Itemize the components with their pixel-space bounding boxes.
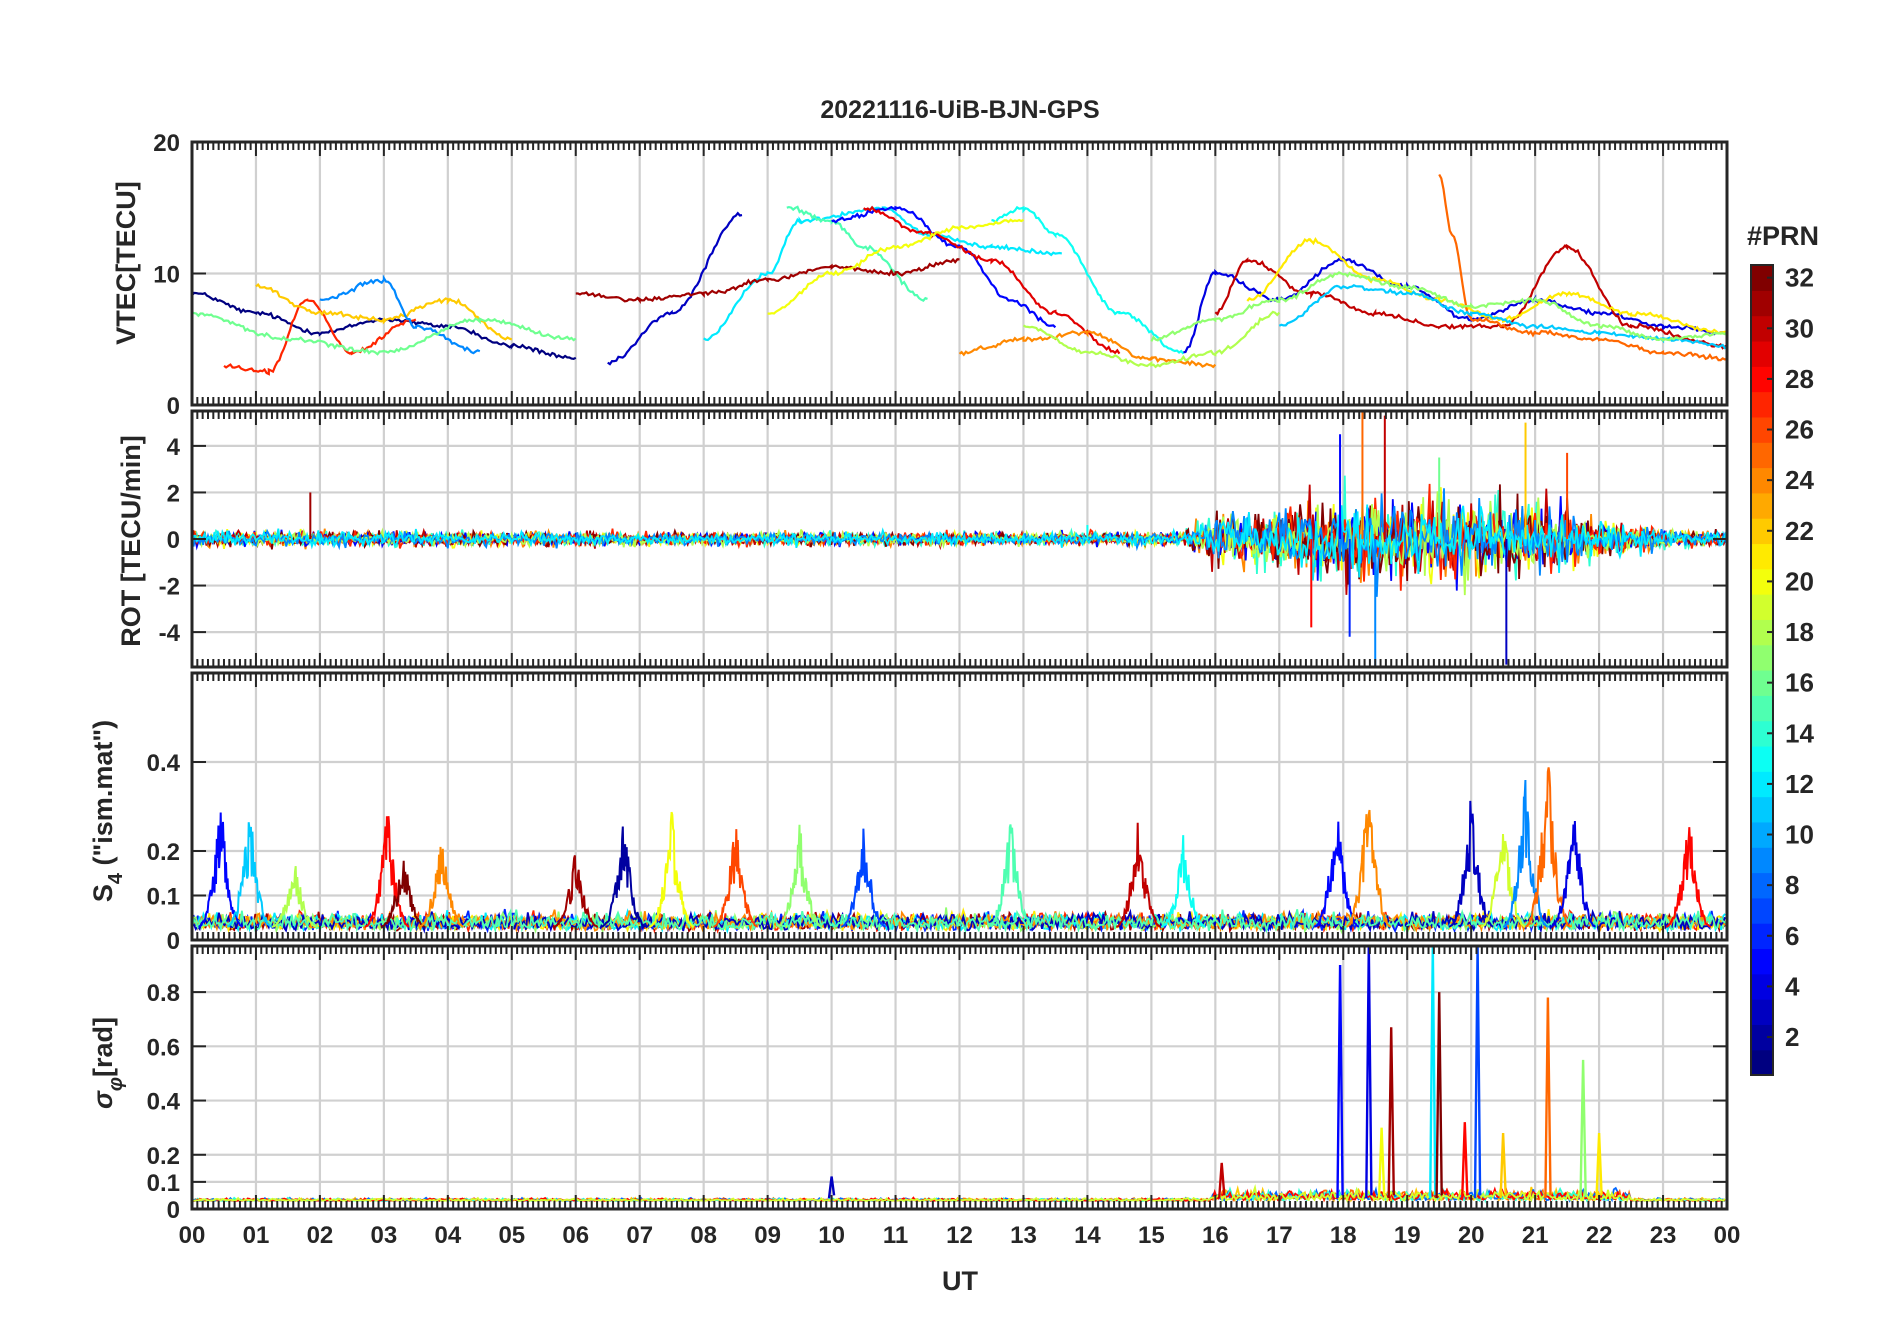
colorbar-tick-label: 2 xyxy=(1785,1022,1799,1052)
x-tick-label: 12 xyxy=(946,1222,973,1249)
colorbar-tick-label: 8 xyxy=(1785,870,1799,900)
y-tick-label: 0.1 xyxy=(147,1170,180,1197)
x-tick-label: 19 xyxy=(1394,1222,1421,1249)
y-tick-label: 10 xyxy=(153,262,180,289)
colorbar-cell xyxy=(1751,1049,1773,1076)
x-tick-label: 06 xyxy=(562,1222,589,1249)
x-tick-label: 11 xyxy=(883,1222,908,1249)
colorbar-tick-label: 10 xyxy=(1785,820,1814,850)
y-tick-label: 0 xyxy=(167,527,180,554)
x-tick-label: 10 xyxy=(818,1222,845,1249)
y-tick-label: 0.4 xyxy=(147,1089,181,1116)
colorbar-cell xyxy=(1751,999,1773,1025)
colorbar-tick-label: 22 xyxy=(1785,516,1814,546)
colorbar-cell xyxy=(1751,897,1773,924)
y-tick-label: 0.2 xyxy=(147,1143,180,1170)
colorbar-tick-label: 32 xyxy=(1785,263,1814,293)
colorbar-tick-label: 18 xyxy=(1785,617,1814,647)
colorbar-tick-label: 12 xyxy=(1785,769,1814,799)
colorbar-tick-label: 24 xyxy=(1785,465,1814,495)
x-tick-label: 08 xyxy=(690,1222,717,1249)
x-tick-label: 18 xyxy=(1330,1222,1357,1249)
colorbar-cell xyxy=(1751,442,1773,469)
y-tick-label: 0.8 xyxy=(147,980,180,1007)
colorbar-cell xyxy=(1751,340,1773,367)
colorbar-tick-label: 4 xyxy=(1785,971,1800,1001)
y-tick-label: 0 xyxy=(167,393,180,420)
x-tick-label: 17 xyxy=(1266,1222,1293,1249)
x-tick-label: 03 xyxy=(371,1222,398,1249)
vtec-ylabel: VTEC[TECU] xyxy=(111,181,141,345)
colorbar-cell xyxy=(1751,594,1773,620)
y-tick-label: 2 xyxy=(167,480,180,507)
y-tick-label: 20 xyxy=(153,130,180,157)
y-tick-label: 0.2 xyxy=(147,839,180,866)
x-tick-label: 15 xyxy=(1138,1222,1165,1249)
s4-panel: 00.10.20.4 S4 ("ism.mat") xyxy=(88,671,1729,955)
x-tick-label: 14 xyxy=(1074,1222,1101,1249)
x-tick-label: 00 xyxy=(179,1222,206,1249)
y-tick-label: 0.4 xyxy=(147,750,181,777)
x-tick-label: 20 xyxy=(1458,1222,1485,1249)
x-tick-label: 22 xyxy=(1586,1222,1613,1249)
colorbar-cell xyxy=(1751,391,1773,418)
colorbar-cell xyxy=(1751,290,1773,317)
rot-ylabel: ROT [TECU/min] xyxy=(116,435,146,646)
colorbar-cell xyxy=(1751,745,1773,772)
x-tick-label: 02 xyxy=(307,1222,334,1249)
colorbar-tick-label: 6 xyxy=(1785,921,1799,951)
colorbar-cell xyxy=(1751,948,1773,975)
y-tick-label: -2 xyxy=(159,574,180,601)
colorbar-cell xyxy=(1751,644,1773,671)
colorbar-cell xyxy=(1751,695,1773,722)
x-tick-label: 16 xyxy=(1202,1222,1229,1249)
y-tick-label: 0 xyxy=(167,1197,180,1224)
colorbar-cell xyxy=(1751,847,1773,874)
vtec-panel: 0 10 20 VTEC[TECU] xyxy=(111,130,1729,420)
colorbar-tick-label: 30 xyxy=(1785,313,1814,343)
x-tick-label: 07 xyxy=(626,1222,653,1249)
colorbar-title: #PRN xyxy=(1747,221,1819,251)
y-tick-label: -4 xyxy=(159,620,181,647)
colorbar-tick-label: 26 xyxy=(1785,415,1814,445)
colorbar-tick-label: 14 xyxy=(1785,718,1814,748)
x-tick-label: 05 xyxy=(498,1222,525,1249)
colorbar-tick-label: 16 xyxy=(1785,668,1814,698)
figure: 20221116-UiB-BJN-GPS 01020 VTEC[TECU] -4… xyxy=(0,0,1902,1330)
x-tick-label: 01 xyxy=(243,1222,270,1249)
x-tick-label: 21 xyxy=(1522,1222,1549,1249)
colorbar-tick-label: 20 xyxy=(1785,566,1814,596)
y-tick-label: 4 xyxy=(167,434,181,461)
x-tick-label: 23 xyxy=(1650,1222,1677,1249)
x-axis-label: UT xyxy=(942,1266,978,1296)
x-tick-label: 00 xyxy=(1714,1222,1741,1249)
rot-panel: -4 -2 0 2 4 ROT [TECU/min] xyxy=(116,409,1729,669)
sigma-phi-panel: 00.10.20.40.60.8 σφ[rad] xyxy=(88,944,1729,1224)
x-tick-label: 09 xyxy=(754,1222,781,1249)
chart-title: 20221116-UiB-BJN-GPS xyxy=(820,96,1099,124)
colorbar-tick-label: 28 xyxy=(1785,364,1814,394)
x-tick-label: 04 xyxy=(434,1222,461,1249)
colorbar-cell xyxy=(1751,543,1773,570)
y-tick-label: 0.1 xyxy=(147,884,180,911)
y-tick-label: 0.6 xyxy=(147,1034,180,1061)
colorbar-cell xyxy=(1751,796,1773,823)
y-tick-label: 0 xyxy=(167,928,180,955)
colorbar-cell xyxy=(1751,492,1773,519)
x-tick-label: 13 xyxy=(1010,1222,1037,1249)
